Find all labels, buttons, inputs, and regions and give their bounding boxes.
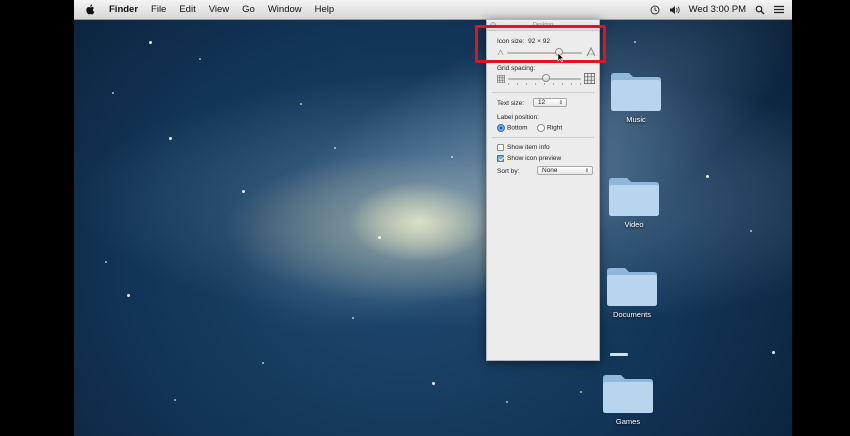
mouse-pointer-icon	[557, 52, 565, 63]
menu-bar: Finder File Edit View Go Window Help Wed…	[74, 0, 792, 20]
list-icon[interactable]	[774, 5, 784, 14]
star	[451, 156, 453, 158]
highlight-box	[475, 25, 606, 63]
star	[634, 41, 636, 43]
star	[378, 236, 381, 239]
sort-by-label: Sort by:	[497, 168, 520, 175]
separator	[492, 92, 594, 93]
star	[334, 147, 336, 149]
folder-label: Music	[626, 115, 646, 124]
grid-small-icon	[497, 75, 505, 83]
folder-label: Video	[624, 220, 644, 229]
folder-video[interactable]: Video	[584, 175, 684, 229]
grid-spacing-slider[interactable]	[508, 74, 581, 85]
folder-icon	[603, 375, 653, 413]
folder-icon	[609, 178, 659, 216]
folder-icon	[607, 268, 657, 306]
label-position-right[interactable]: Right	[537, 124, 562, 132]
folder-games[interactable]: Games	[578, 372, 678, 426]
show-item-info-checkbox[interactable]	[497, 144, 504, 151]
star	[262, 362, 264, 364]
star	[352, 317, 354, 319]
folder-icon	[611, 73, 661, 111]
star	[706, 175, 709, 178]
radio-bottom[interactable]	[497, 124, 505, 132]
grid-spacing-label: Grid spacing:	[497, 65, 536, 72]
label-position-label: Label position:	[497, 114, 539, 121]
show-item-info-option[interactable]: Show item info	[497, 144, 550, 151]
apple-icon[interactable]	[85, 4, 95, 15]
sort-by-select[interactable]: None ⇕	[537, 166, 593, 175]
text-size-select[interactable]: 12 ⇕	[533, 98, 567, 107]
star	[127, 294, 130, 297]
menu-view[interactable]: View	[209, 4, 229, 15]
folder-label-placeholder	[610, 353, 628, 356]
spotlight-icon[interactable]	[755, 5, 765, 15]
star	[242, 190, 245, 193]
star	[750, 230, 752, 232]
show-icon-preview-option[interactable]: Show icon preview	[497, 155, 561, 162]
menu-file[interactable]: File	[151, 4, 166, 15]
menu-finder[interactable]: Finder	[109, 4, 138, 15]
folder-documents[interactable]: Documents	[582, 265, 682, 319]
text-size-label: Text size:	[497, 100, 525, 107]
separator	[492, 137, 594, 138]
menu-clock[interactable]: Wed 3:00 PM	[689, 4, 746, 15]
star	[112, 92, 114, 94]
star	[432, 382, 435, 385]
stepper-icon: ⇕	[558, 100, 563, 106]
desktop-screen: Finder File Edit View Go Window Help Wed…	[74, 0, 792, 436]
folder-music[interactable]: Music	[586, 70, 686, 124]
show-icon-preview-checkbox[interactable]	[497, 155, 504, 162]
star	[149, 41, 152, 44]
label-position-bottom[interactable]: Bottom	[497, 124, 528, 132]
menu-go[interactable]: Go	[242, 4, 255, 15]
folder-label: Games	[615, 417, 641, 426]
volume-icon[interactable]	[669, 5, 680, 15]
star	[199, 58, 201, 60]
radio-right[interactable]	[537, 124, 545, 132]
menu-extras: Wed 3:00 PM	[650, 0, 784, 19]
menu-help[interactable]: Help	[315, 4, 335, 15]
folder-label: Documents	[613, 310, 651, 319]
stepper-icon: ⇕	[584, 168, 589, 174]
star	[300, 103, 302, 105]
menu-edit[interactable]: Edit	[179, 4, 195, 15]
time-machine-icon[interactable]	[650, 5, 660, 15]
menu-window[interactable]: Window	[268, 4, 302, 15]
star	[174, 399, 176, 401]
grid-spacing-slider-knob[interactable]	[541, 74, 550, 82]
star	[105, 261, 107, 263]
star	[169, 137, 172, 140]
star	[772, 351, 775, 354]
star	[506, 401, 508, 403]
